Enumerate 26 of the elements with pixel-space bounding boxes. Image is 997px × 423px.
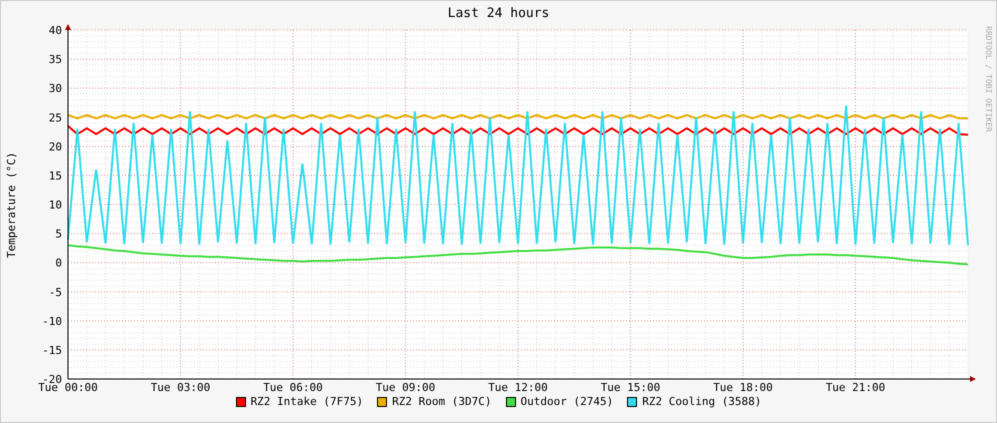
credit-text: RRDTOOL / TOBI OETIKER [984,26,993,132]
legend-label: RZ2 Intake (7F75) [250,395,364,408]
y-tick-label: 5 [55,228,62,241]
x-tick-label: Tue 06:00 [263,381,323,392]
y-tick-label: 25 [48,111,62,124]
chart-title: Last 24 hours [448,6,550,20]
y-tick-label: -15 [42,344,62,357]
y-tick-label: 20 [48,140,62,154]
y-tick-label: 10 [48,198,62,212]
y-tick-label: 40 [48,24,62,37]
y-tick-label: 0 [55,256,62,270]
x-tick-label: Tue 18:00 [713,381,773,392]
y-tick-label: 30 [48,82,62,96]
x-tick-label: Tue 21:00 [826,381,886,392]
legend-label: Outdoor (2745) [520,395,614,408]
x-tick-label: Tue 12:00 [488,381,548,392]
legend-label: RZ2 Cooling (3588) [642,395,762,408]
y-axis-label: Temperature (°C) [4,152,18,258]
y-tick-label: 35 [48,53,62,66]
legend-label: RZ2 Room (3D7C) [392,395,492,408]
y-tick-label: -10 [42,314,62,328]
x-tick-label: Tue 03:00 [150,381,210,392]
y-tick-label: 15 [48,169,62,182]
x-tick-label: Tue 09:00 [376,381,436,392]
x-tick-label: Tue 15:00 [600,381,660,392]
y-tick-label: -5 [48,286,62,299]
